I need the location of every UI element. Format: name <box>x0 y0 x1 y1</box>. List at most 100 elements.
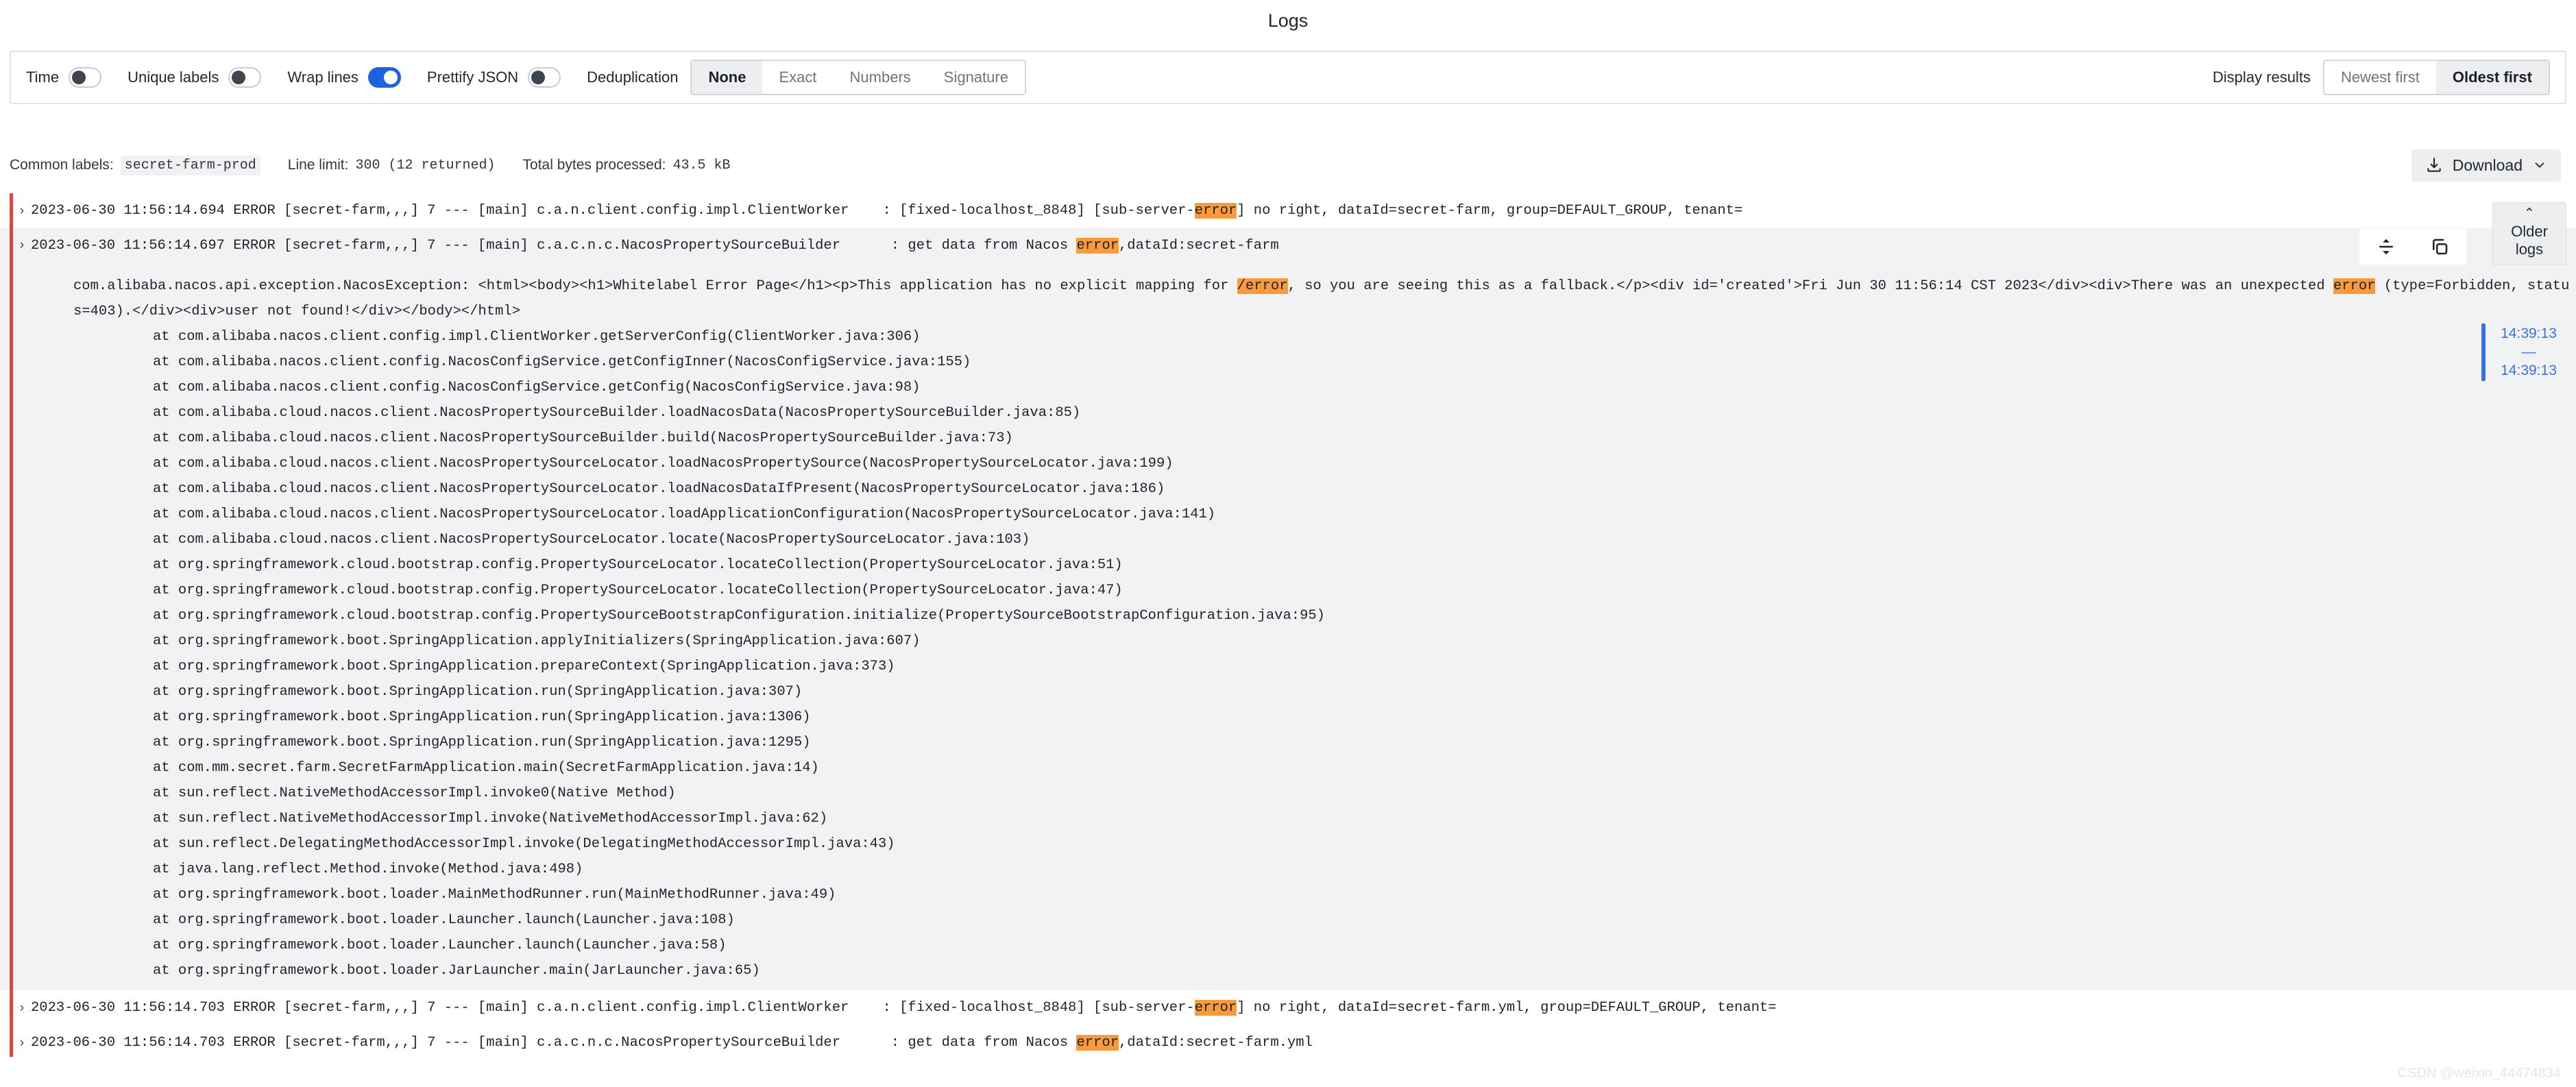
unique-labels-switch[interactable] <box>228 67 262 88</box>
total-bytes: Total bytes processed: 43.5 kB <box>523 157 731 173</box>
time-switch[interactable] <box>69 67 102 88</box>
log-row[interactable]: › 2023-06-30 11:56:14.697 ERROR [secret-… <box>0 228 2576 990</box>
log-line-highlight: error <box>1194 203 1237 219</box>
stack-frame: at org.springframework.cloud.bootstrap.c… <box>153 608 1325 624</box>
stack-frame: at org.springframework.boot.loader.JarLa… <box>153 963 760 979</box>
toggle-time[interactable]: Time <box>26 67 102 88</box>
log-row[interactable]: › 2023-06-30 11:56:14.703 ERROR [secret-… <box>0 990 2576 1025</box>
toggle-wrap-lines[interactable]: Wrap lines <box>287 67 401 88</box>
stack-frame: at com.alibaba.cloud.nacos.client.NacosP… <box>153 506 1216 522</box>
stack-frame: at com.alibaba.nacos.client.config.Nacos… <box>153 354 971 370</box>
stack-frame: at org.springframework.boot.SpringApplic… <box>153 684 803 700</box>
page-title: Logs <box>1267 10 1309 31</box>
download-button[interactable]: Download <box>2411 149 2561 182</box>
time-switch-knob <box>72 71 86 84</box>
dedup-option-exact[interactable]: Exact <box>762 61 834 94</box>
download-label: Download <box>2452 156 2523 174</box>
total-bytes-label: Total bytes processed: <box>522 157 666 173</box>
log-line-text: 2023-06-30 11:56:14.697 ERROR [secret-fa… <box>31 228 2576 990</box>
log-row-actions <box>2359 229 2466 265</box>
display-results-label: Display results <box>2212 69 2311 86</box>
deduplication-radio-group: None Exact Numbers Signature <box>690 60 1026 95</box>
exception-highlight-1: /error <box>1237 278 1288 294</box>
dedup-option-none[interactable]: None <box>692 61 763 94</box>
toggle-unique-labels-label: Unique labels <box>127 69 219 86</box>
log-row[interactable]: › 2023-06-30 11:56:14.694 ERROR [secret-… <box>0 193 2576 228</box>
common-labels-label: Common labels: <box>10 157 114 173</box>
stack-frame: at org.springframework.boot.SpringApplic… <box>153 709 811 725</box>
display-option-newest-first[interactable]: Newest first <box>2324 61 2436 94</box>
exception-message: com.alibaba.nacos.api.exception.NacosExc… <box>31 273 2576 324</box>
log-line-post: ,dataId:secret-farm <box>1118 238 1279 254</box>
log-line-highlight: error <box>1076 1035 1119 1051</box>
unique-labels-switch-knob <box>232 71 246 84</box>
stack-frame: at java.lang.reflect.Method.invoke(Metho… <box>153 862 583 877</box>
toggle-time-label: Time <box>26 69 60 86</box>
scroll-to-line-icon[interactable] <box>2371 232 2401 262</box>
time-range-labels: 14:39:13 — 14:39:13 <box>2486 323 2566 381</box>
deduplication-label: Deduplication <box>587 69 679 86</box>
stack-frame: at sun.reflect.NativeMethodAccessorImpl.… <box>153 811 828 827</box>
log-line-text: 2023-06-30 11:56:14.694 ERROR [secret-fa… <box>31 193 2576 228</box>
time-range-start: 14:39:13 <box>2501 326 2557 341</box>
prettify-json-switch[interactable] <box>528 67 561 88</box>
total-bytes-value: 43.5 kB <box>672 157 731 173</box>
stack-frame: at sun.reflect.NativeMethodAccessorImpl.… <box>153 785 676 801</box>
expand-chevron-icon[interactable]: › <box>13 1026 31 1058</box>
prettify-json-switch-knob <box>531 71 546 84</box>
time-range-marker: 14:39:13 — 14:39:13 <box>2481 323 2566 381</box>
log-line-pre: 2023-06-30 11:56:14.703 ERROR [secret-fa… <box>31 1000 1195 1016</box>
older-logs-label-line2: logs <box>2515 241 2544 258</box>
stack-frame: at com.alibaba.cloud.nacos.client.NacosP… <box>153 405 1081 421</box>
stack-frame: at com.alibaba.nacos.client.config.impl.… <box>153 329 921 345</box>
display-option-oldest-first[interactable]: Oldest first <box>2435 61 2549 94</box>
toggle-unique-labels[interactable]: Unique labels <box>127 67 262 88</box>
query-meta-row: Common labels: secret-farm-prod Line lim… <box>0 143 2576 188</box>
time-range-dash: — <box>2521 344 2536 360</box>
log-line-text: 2023-06-30 11:56:14.703 ERROR [secret-fa… <box>31 1025 2576 1057</box>
log-line-pre: 2023-06-30 11:56:14.694 ERROR [secret-fa… <box>31 203 1195 219</box>
copy-to-clipboard-icon[interactable] <box>2425 232 2455 262</box>
toggle-prettify-json[interactable]: Prettify JSON <box>427 67 561 88</box>
time-range-end: 14:39:13 <box>2501 363 2557 378</box>
older-logs-button[interactable]: ⌃ Older logs <box>2492 202 2566 265</box>
log-line-post: ,dataId:secret-farm.yml <box>1118 1035 1313 1051</box>
line-limit-label: Line limit: <box>287 157 349 173</box>
stack-frame: at com.alibaba.cloud.nacos.client.NacosP… <box>153 532 1030 548</box>
log-level-bar-error <box>10 228 13 990</box>
wrap-lines-switch-knob <box>383 71 398 84</box>
expand-chevron-icon[interactable]: › <box>13 991 31 1025</box>
log-options-toolbar: Time Unique labels Wrap lines Prettify J… <box>10 51 2566 104</box>
stack-frame: at org.springframework.cloud.bootstrap.c… <box>153 557 1123 573</box>
stack-frame: at org.springframework.boot.loader.Launc… <box>153 912 735 928</box>
log-row[interactable]: › 2023-06-30 11:56:14.703 ERROR [secret-… <box>0 1025 2576 1057</box>
common-labels-value[interactable]: secret-farm-prod <box>120 155 260 175</box>
expand-chevron-icon[interactable]: › <box>13 228 31 262</box>
stack-frame: at org.springframework.cloud.bootstrap.c… <box>153 583 1123 598</box>
stack-frame: at sun.reflect.DelegatingMethodAccessorI… <box>153 836 895 852</box>
dedup-option-signature[interactable]: Signature <box>927 61 1025 94</box>
log-line-post: ] no right, dataId=secret-farm.yml, grou… <box>1237 1000 1777 1016</box>
toggle-wrap-lines-label: Wrap lines <box>287 69 359 86</box>
log-line-text: 2023-06-30 11:56:14.703 ERROR [secret-fa… <box>31 990 2576 1025</box>
stack-frame: at com.alibaba.cloud.nacos.client.NacosP… <box>153 430 1013 446</box>
common-labels: Common labels: secret-farm-prod <box>10 155 260 175</box>
line-limit-value: 300 (12 returned) <box>355 157 496 173</box>
stack-frame: at org.springframework.boot.loader.MainM… <box>153 887 836 903</box>
display-results-radio-group: Newest first Oldest first <box>2322 60 2550 95</box>
toggle-prettify-json-label: Prettify JSON <box>426 69 519 86</box>
stack-frame: at com.alibaba.cloud.nacos.client.NacosP… <box>153 456 1174 472</box>
exception-highlight-2: error <box>2333 278 2376 294</box>
exception-part2: , so you are seeing this as a fallback.<… <box>1287 278 2333 294</box>
wrap-lines-switch[interactable] <box>367 67 401 88</box>
stack-frame: at com.alibaba.cloud.nacos.client.NacosP… <box>153 481 1165 497</box>
line-limit: Line limit: 300 (12 returned) <box>288 157 496 173</box>
log-line-highlight: error <box>1194 1000 1237 1016</box>
expand-chevron-icon[interactable]: › <box>13 194 31 228</box>
dedup-option-numbers[interactable]: Numbers <box>833 61 927 94</box>
stack-frame: at org.springframework.boot.loader.Launc… <box>153 938 727 953</box>
stack-frame: at com.alibaba.nacos.client.config.Nacos… <box>153 380 921 395</box>
stack-frame: at org.springframework.boot.SpringApplic… <box>153 633 921 649</box>
log-rows-container[interactable]: › 2023-06-30 11:56:14.694 ERROR [secret-… <box>0 193 2576 1057</box>
